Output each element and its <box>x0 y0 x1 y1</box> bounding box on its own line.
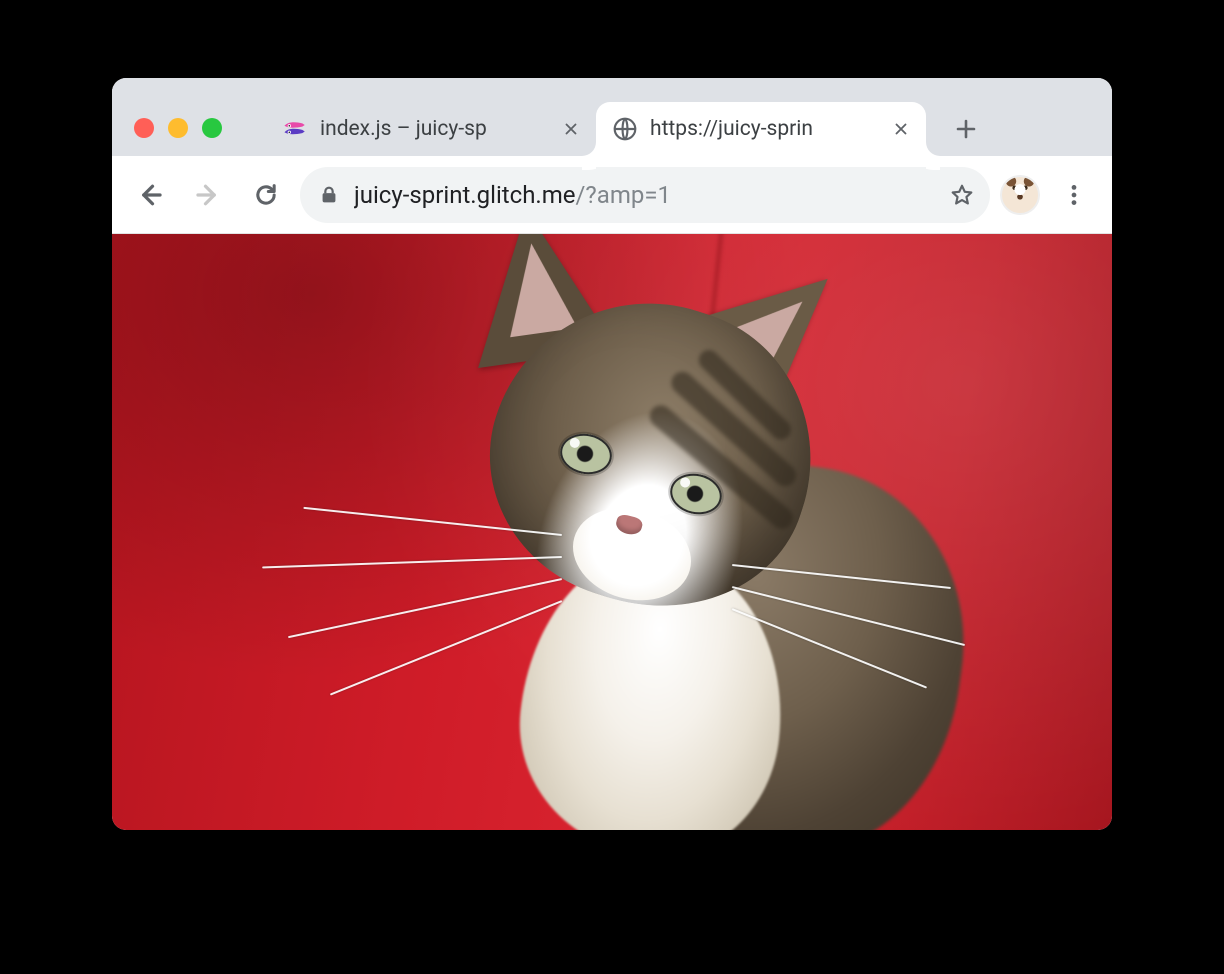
back-button[interactable] <box>126 171 174 219</box>
window-zoom-button[interactable] <box>202 118 222 138</box>
browser-window: index.js – juicy-sp https://juicy-sprin <box>112 78 1112 830</box>
new-tab-button[interactable] <box>944 107 988 151</box>
url-text: juicy-sprint.glitch.me/?amp=1 <box>354 181 934 209</box>
bookmark-star-icon[interactable] <box>948 181 976 209</box>
content-hero-image <box>112 234 1112 830</box>
url-path: /?amp=1 <box>576 181 671 209</box>
tab-title: index.js – juicy-sp <box>320 117 548 141</box>
glitch-icon <box>282 116 308 142</box>
tab-strip: index.js – juicy-sp https://juicy-sprin <box>112 78 1112 156</box>
window-close-button[interactable] <box>134 118 154 138</box>
toolbar: juicy-sprint.glitch.me/?amp=1 <box>112 156 1112 234</box>
window-traffic-lights <box>134 118 222 138</box>
lock-icon <box>318 184 340 206</box>
tab-glitch-editor[interactable]: index.js – juicy-sp <box>266 102 596 156</box>
menu-button[interactable] <box>1050 171 1098 219</box>
forward-button[interactable] <box>184 171 232 219</box>
url-host: juicy-sprint.glitch.me <box>354 181 576 209</box>
tab-title: https://juicy-sprin <box>650 117 878 141</box>
globe-icon <box>612 116 638 142</box>
address-bar[interactable]: juicy-sprint.glitch.me/?amp=1 <box>300 167 990 223</box>
close-icon[interactable] <box>560 118 582 140</box>
window-minimize-button[interactable] <box>168 118 188 138</box>
page-content <box>112 234 1112 830</box>
close-icon[interactable] <box>890 118 912 140</box>
reload-button[interactable] <box>242 171 290 219</box>
tabs: index.js – juicy-sp https://juicy-sprin <box>266 78 988 156</box>
tab-juicy-sprint-site[interactable]: https://juicy-sprin <box>596 102 926 156</box>
profile-avatar[interactable] <box>1000 175 1040 215</box>
